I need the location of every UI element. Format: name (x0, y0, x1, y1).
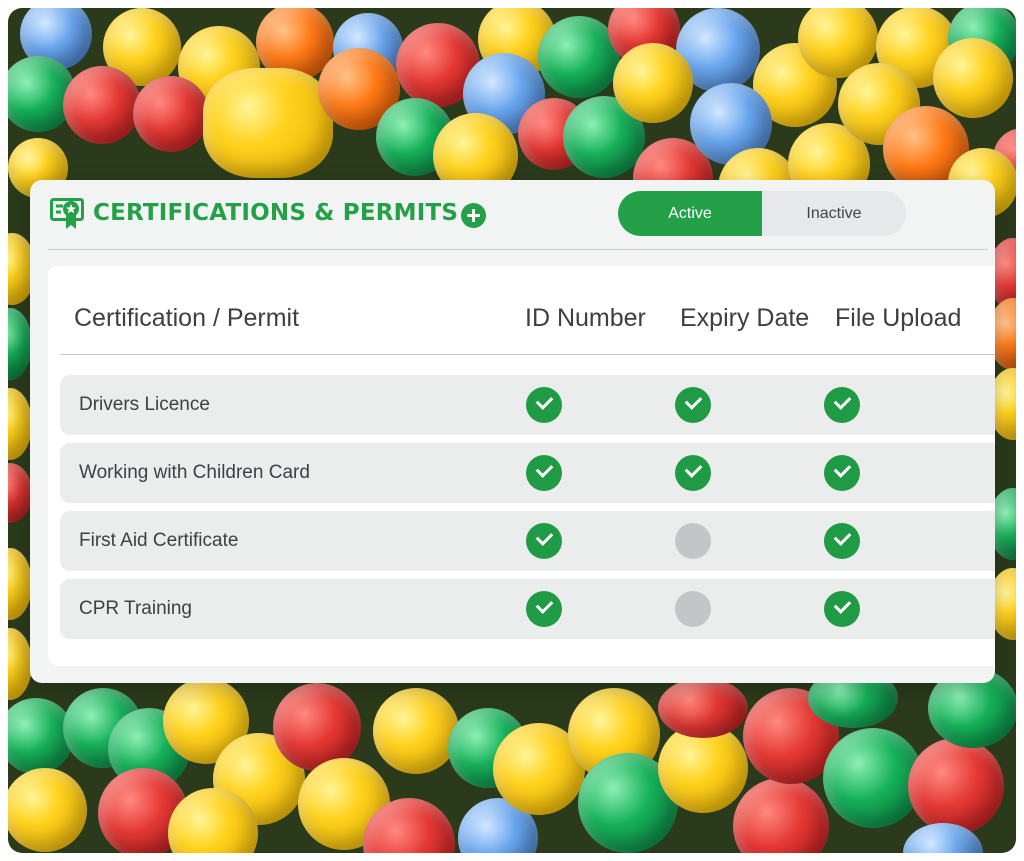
certifications-card: CERTIFICATIONS & PERMITS Active Inactive… (30, 180, 995, 683)
ball (8, 628, 32, 700)
ball (8, 388, 32, 460)
plus-circle-icon[interactable] (461, 203, 486, 228)
ball (658, 678, 748, 738)
ball (63, 66, 141, 144)
column-header-certification: Certification / Permit (74, 304, 300, 332)
ball (8, 548, 32, 620)
check-circle-icon (675, 455, 711, 491)
check-circle-icon (526, 455, 562, 491)
header-divider (48, 249, 988, 250)
ball (203, 68, 333, 178)
check-circle-icon (824, 455, 860, 491)
ball (8, 768, 87, 852)
row-name: Drivers Licence (79, 394, 210, 415)
certifications-table: Certification / Permit ID Number Expiry … (48, 266, 995, 666)
table-row[interactable]: Drivers Licence (60, 375, 995, 435)
check-circle-icon (824, 523, 860, 559)
card-header: CERTIFICATIONS & PERMITS Active Inactive (30, 180, 995, 250)
check-circle-icon (526, 387, 562, 423)
ball (613, 43, 693, 123)
table-row[interactable]: First Aid Certificate (60, 511, 995, 571)
ball (908, 738, 1004, 834)
ball (933, 38, 1013, 118)
table-row[interactable]: Working with Children Card (60, 443, 995, 503)
empty-circle-icon (675, 523, 711, 559)
ball (373, 688, 459, 774)
column-header-expiry-date: Expiry Date (680, 304, 810, 332)
row-name: Working with Children Card (79, 462, 310, 483)
check-circle-icon (824, 387, 860, 423)
toggle-active-option[interactable]: Active (618, 191, 762, 236)
row-name: CPR Training (79, 598, 192, 619)
empty-circle-icon (675, 591, 711, 627)
column-header-file-upload: File Upload (835, 304, 962, 332)
check-circle-icon (675, 387, 711, 423)
check-circle-icon (526, 523, 562, 559)
row-name: First Aid Certificate (79, 530, 239, 551)
check-circle-icon (824, 591, 860, 627)
ball (8, 308, 32, 380)
status-toggle[interactable]: Active Inactive (618, 191, 906, 236)
ball (733, 778, 829, 853)
table-row[interactable]: CPR Training (60, 579, 995, 639)
check-circle-icon (526, 591, 562, 627)
page-title: CERTIFICATIONS & PERMITS (93, 200, 459, 226)
ball (133, 76, 209, 152)
ball (8, 463, 32, 523)
column-header-id-number: ID Number (525, 304, 646, 332)
table-header-divider (60, 354, 995, 355)
certificate-badge-icon (50, 198, 84, 229)
toggle-inactive-option[interactable]: Inactive (762, 191, 906, 236)
